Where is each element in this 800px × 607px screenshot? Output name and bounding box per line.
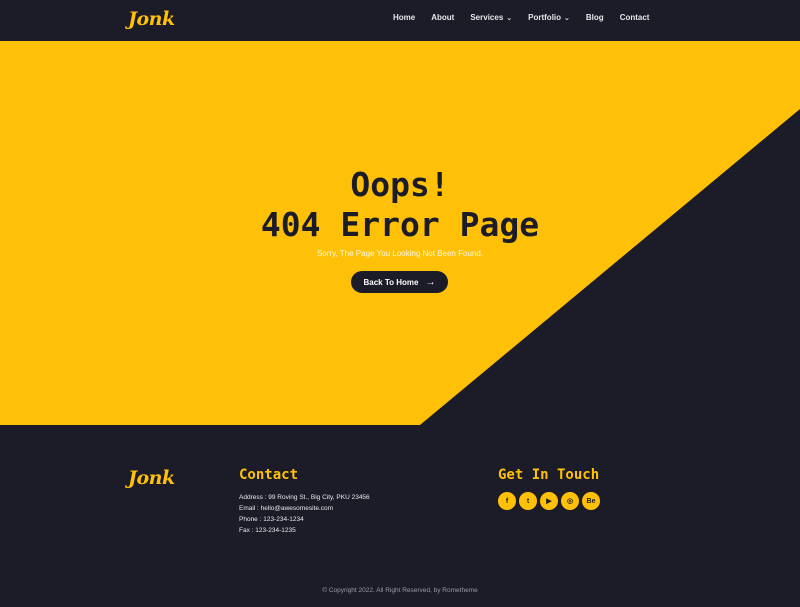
- twitter-icon[interactable]: t: [519, 492, 537, 510]
- nav-home[interactable]: Home: [393, 13, 415, 22]
- nav-about-label: About: [431, 13, 455, 22]
- contact-phone: Phone : 123-234-1234: [239, 516, 304, 523]
- main-nav: Home About Services ⌄ Portfolio ⌄ Blog C…: [393, 13, 649, 22]
- error-title-oops: Oops!: [350, 165, 450, 204]
- facebook-icon[interactable]: f: [498, 492, 516, 510]
- nav-blog[interactable]: Blog: [586, 13, 604, 22]
- nav-blog-label: Blog: [585, 13, 604, 22]
- nav-contact-label: Contact: [619, 13, 650, 22]
- site-logo[interactable]: Jonk: [128, 8, 175, 30]
- error-hero: Oops! 404 Error Page Sorry, The Page You…: [0, 41, 800, 425]
- chevron-down-icon: ⌄: [506, 14, 513, 22]
- youtube-icon[interactable]: ▶: [540, 492, 558, 510]
- nav-about[interactable]: About: [431, 13, 454, 22]
- social-links: f t ▶ ◎ Be: [498, 492, 603, 510]
- contact-heading: Contact: [239, 467, 299, 483]
- contact-info: Address : 99 Roving St., Big City, PKU 2…: [239, 492, 370, 536]
- copyright-text: © Copyright 2022. All Right Reserved, by…: [322, 587, 478, 594]
- behance-icon[interactable]: Be: [582, 492, 600, 510]
- contact-address: Address : 99 Roving St., Big City, PKU 2…: [239, 494, 370, 501]
- footer-logo[interactable]: Jonk: [128, 467, 175, 489]
- back-to-home-label: Back To Home: [363, 277, 419, 287]
- nav-services-label: Services: [470, 13, 504, 22]
- site-footer: Jonk Contact Address : 99 Roving St., Bi…: [0, 425, 800, 607]
- site-header: Jonk Home About Services ⌄ Portfolio ⌄ B…: [0, 0, 800, 41]
- error-title-404: 404 Error Page: [260, 205, 540, 244]
- dribbble-icon[interactable]: ◎: [561, 492, 579, 510]
- nav-contact[interactable]: Contact: [620, 13, 650, 22]
- chevron-down-icon: ⌄: [564, 14, 570, 22]
- arrow-right-icon: →: [425, 276, 436, 288]
- nav-portfolio[interactable]: Portfolio ⌄: [528, 13, 570, 22]
- error-subtitle: Sorry, The Page You Looking Not Been Fou…: [316, 249, 484, 258]
- contact-email: Email : hello@awesomesite.com: [239, 505, 334, 512]
- contact-fax: Fax : 123-234-1235: [239, 527, 296, 534]
- nav-services[interactable]: Services ⌄: [470, 13, 512, 22]
- nav-portfolio-label: Portfolio: [528, 13, 562, 22]
- back-to-home-button[interactable]: Back To Home →: [351, 271, 448, 293]
- get-in-touch-heading: Get In Touch: [498, 467, 600, 483]
- nav-home-label: Home: [393, 13, 416, 22]
